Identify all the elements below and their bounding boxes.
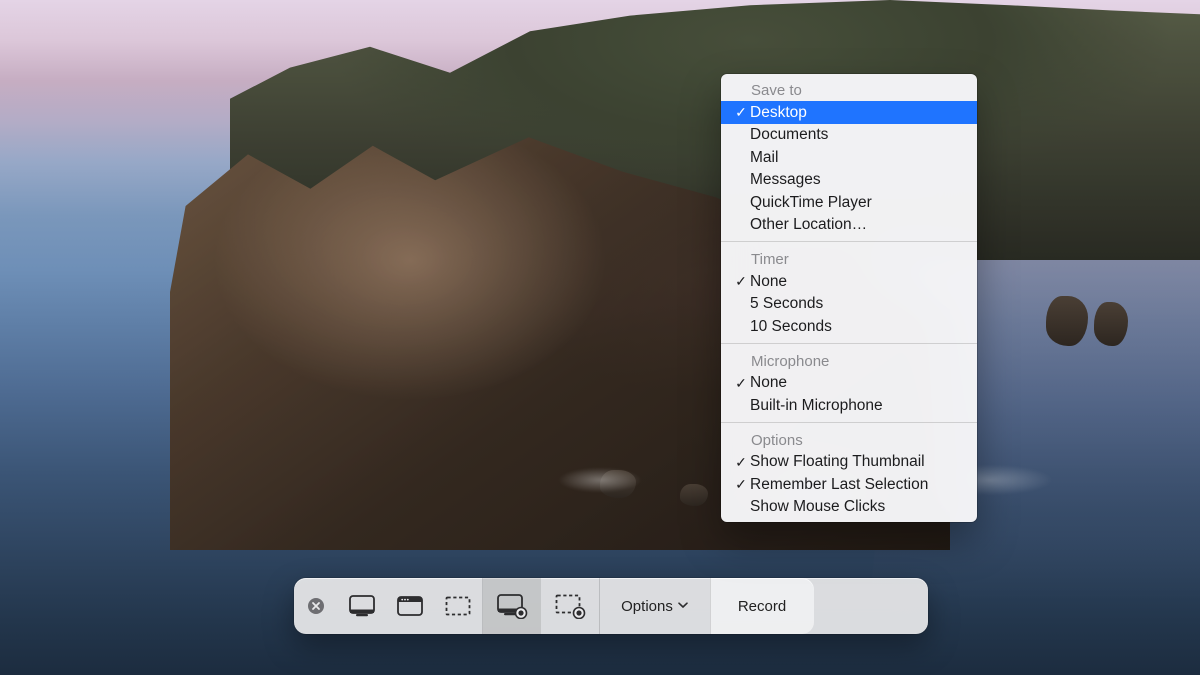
close-icon — [307, 597, 325, 615]
menu-item-label: None — [750, 274, 963, 290]
check-icon: ✓ — [732, 455, 750, 469]
menu-item-label: Remember Last Selection — [750, 477, 963, 493]
menu-item-label: 10 Seconds — [750, 319, 963, 335]
menu-item-label: QuickTime Player — [750, 195, 963, 211]
menu-item-save-documents[interactable]: ✓ Documents — [721, 124, 977, 147]
options-button[interactable]: Options — [600, 578, 710, 634]
menu-item-save-other-location[interactable]: ✓ Other Location… — [721, 214, 977, 237]
menu-item-floating-thumbnail[interactable]: ✓ Show Floating Thumbnail — [721, 451, 977, 474]
capture-entire-screen-button[interactable] — [338, 578, 386, 634]
menu-separator — [721, 422, 977, 423]
menu-item-label: Other Location… — [750, 217, 963, 233]
menu-header-save-to: Save to — [721, 78, 977, 101]
menu-item-timer-10s[interactable]: ✓ 10 Seconds — [721, 315, 977, 338]
menu-item-save-quicktime[interactable]: ✓ QuickTime Player — [721, 191, 977, 214]
screenshot-toolbar: Options Record — [294, 578, 928, 634]
menu-item-label: 5 Seconds — [750, 296, 963, 312]
menu-item-label: Documents — [750, 127, 963, 143]
menu-item-label: Mail — [750, 150, 963, 166]
check-icon: ✓ — [732, 477, 750, 491]
selection-marquee-icon — [444, 595, 472, 617]
capture-selected-portion-button[interactable] — [434, 578, 482, 634]
menu-item-remember-selection[interactable]: ✓ Remember Last Selection — [721, 473, 977, 496]
record-selected-portion-button[interactable] — [541, 578, 599, 634]
menu-separator — [721, 241, 977, 242]
menu-item-save-desktop[interactable]: ✓ Desktop — [721, 101, 977, 124]
record-label: Record — [738, 598, 786, 615]
menu-item-label: Desktop — [750, 105, 963, 121]
menu-separator — [721, 343, 977, 344]
check-icon: ✓ — [732, 105, 750, 119]
menu-item-show-mouse-clicks[interactable]: ✓ Show Mouse Clicks — [721, 496, 977, 519]
menu-item-label: Show Floating Thumbnail — [750, 454, 963, 470]
menu-header-microphone: Microphone — [721, 349, 977, 372]
menu-item-mic-none[interactable]: ✓ None — [721, 372, 977, 395]
menu-item-label: Messages — [750, 172, 963, 188]
menu-item-save-messages[interactable]: ✓ Messages — [721, 169, 977, 192]
close-button[interactable] — [294, 578, 338, 634]
display-icon — [348, 594, 376, 618]
check-icon: ✓ — [732, 274, 750, 288]
menu-header-options: Options — [721, 428, 977, 451]
selection-record-icon — [554, 593, 586, 619]
menu-item-label: Built-in Microphone — [750, 398, 963, 414]
options-label: Options — [621, 598, 673, 615]
record-entire-screen-button[interactable] — [483, 578, 541, 634]
options-menu: Save to ✓ Desktop ✓ Documents ✓ Mail ✓ M… — [721, 74, 977, 522]
menu-item-label: Show Mouse Clicks — [750, 499, 963, 515]
menu-item-timer-5s[interactable]: ✓ 5 Seconds — [721, 293, 977, 316]
menu-item-mic-builtin[interactable]: ✓ Built-in Microphone — [721, 394, 977, 417]
check-icon: ✓ — [732, 376, 750, 390]
capture-selected-window-button[interactable] — [386, 578, 434, 634]
window-icon — [396, 595, 424, 617]
menu-header-timer: Timer — [721, 247, 977, 270]
menu-item-timer-none[interactable]: ✓ None — [721, 270, 977, 293]
record-button[interactable]: Record — [710, 578, 814, 634]
menu-item-label: None — [750, 375, 963, 391]
menu-item-save-mail[interactable]: ✓ Mail — [721, 146, 977, 169]
desktop-wallpaper — [0, 0, 1200, 675]
chevron-down-icon — [677, 598, 689, 615]
display-record-icon — [496, 593, 528, 619]
